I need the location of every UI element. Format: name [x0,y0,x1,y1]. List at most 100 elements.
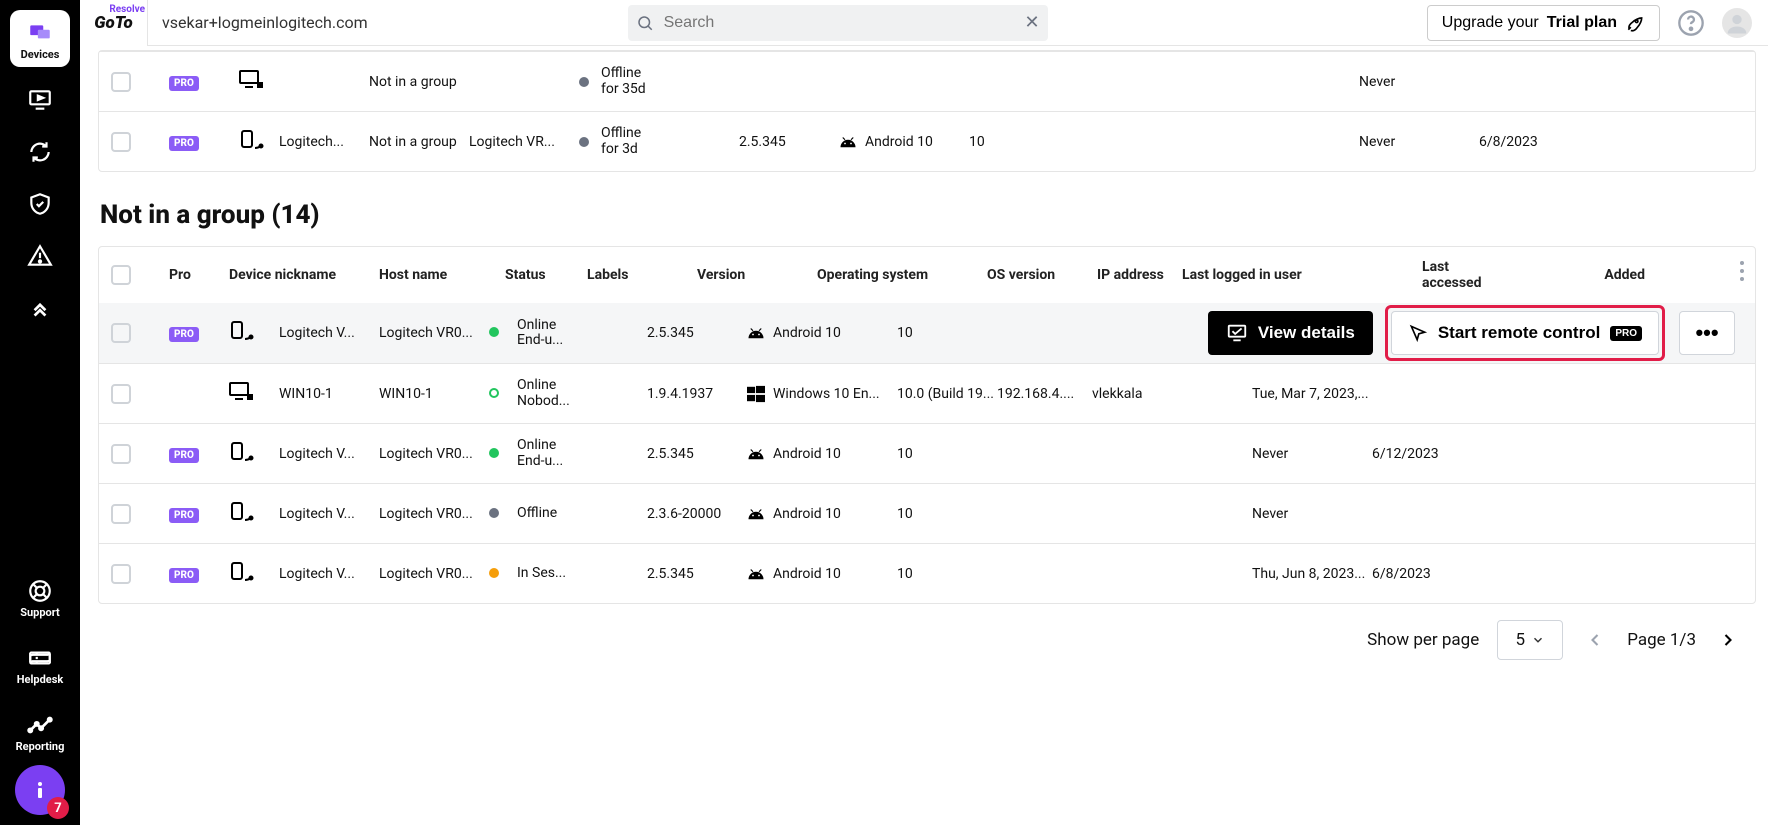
row-checkbox[interactable] [111,323,131,343]
nav-helpdesk[interactable]: Helpdesk [10,635,70,692]
last-user: vlekkala [1092,386,1252,402]
view-details-button[interactable]: View details [1208,311,1373,355]
nav-shield[interactable] [10,181,70,223]
mobile-icon [229,442,257,462]
upgrade-plan-button[interactable]: Upgrade your Trial plan [1427,5,1660,41]
sidebar: Devices Support Helpdesk Reporting 7 [0,0,80,825]
col-pro[interactable]: Pro [169,267,229,283]
os-version: 10 [897,446,997,462]
ip-address: 192.168.4.... [997,386,1092,402]
col-osver[interactable]: OS version [987,267,1092,283]
more-vertical-icon [1739,259,1745,283]
col-lastacc[interactable]: Last accessed [1422,259,1462,291]
info-icon [28,778,52,802]
pagination: Show per page 5 Page 1/3 [98,604,1756,660]
version: 2.5.345 [739,134,839,150]
windows-icon [747,385,765,403]
device-nickname: Logitech V... [279,506,379,522]
mobile-icon [229,562,257,582]
nav-support[interactable]: Support [10,568,70,625]
nav-reporting[interactable]: Reporting [10,702,70,759]
sync-icon [27,139,53,165]
col-host[interactable]: Host name [379,267,489,283]
col-os[interactable]: Operating system [817,267,997,283]
nav-remote-screen[interactable] [10,77,70,119]
clear-search-icon[interactable]: ✕ [1025,12,1040,33]
row-checkbox[interactable] [111,564,131,584]
nav-updates[interactable] [10,129,70,171]
help-circle-icon [1677,9,1705,37]
desktop-icon [229,382,257,402]
table-row[interactable]: PRO Logitech... Not in a group Logitech … [99,111,1755,171]
status-dot [489,568,499,578]
status-dot [489,327,499,337]
os-version: 10.0 (Build 19... [897,386,997,402]
table-options-button[interactable] [1739,259,1745,287]
os: Android 10 [747,506,897,522]
last-accessed: Never [1359,74,1479,90]
row-more-button[interactable]: ••• [1679,311,1735,355]
search-field[interactable]: ✕ [628,5,1048,41]
search-icon [636,14,654,32]
select-all-checkbox[interactable] [111,265,131,285]
host-name: Logitech VR0... [379,446,489,462]
help-button[interactable] [1676,8,1706,38]
os-version: 10 [897,506,997,522]
pro-badge: PRO [1610,326,1642,341]
prev-page-button[interactable] [1581,626,1609,654]
status-text: Offlinefor 35d [601,66,646,97]
shield-check-icon [27,191,53,217]
col-lastuser[interactable]: Last logged in user [1182,267,1372,283]
device-nickname: Logitech V... [279,566,379,582]
search-input[interactable] [662,13,1025,33]
lifebuoy-icon [27,578,53,604]
per-page-select[interactable]: 5 [1497,620,1563,660]
host-name: Logitech VR... [469,134,579,150]
table-header: Pro Device nickname Host name Status Lab… [99,247,1755,303]
android-icon [747,568,765,580]
table-row[interactable]: PRO Logitech V... Logitech VR0... Online… [99,303,1755,363]
version: 1.9.4.1937 [647,386,747,402]
table-row[interactable]: PRO Not in a group Offlinefor 35d Never [99,51,1755,111]
col-added[interactable]: Added [1604,267,1645,283]
table-row[interactable]: WIN10-1 WIN10-1 OnlineNobod... 1.9.4.193… [99,363,1755,423]
os: Android 10 [747,325,897,341]
device-group: Not in a group [369,74,469,90]
account-email: vsekar+logmeinlogitech.com [162,13,368,32]
host-name: WIN10-1 [379,386,489,402]
added: 6/8/2023 [1479,134,1599,150]
mobile-icon [229,321,257,341]
nav-devices-label: Devices [21,48,60,61]
nav-collapse[interactable] [10,285,70,327]
device-nickname: Logitech... [279,134,369,150]
chevron-left-icon [1585,630,1605,650]
col-nickname[interactable]: Device nickname [229,267,379,283]
info-button[interactable]: 7 [15,765,65,815]
chevron-down-icon [1531,633,1545,647]
table-row[interactable]: PRO Logitech V... Logitech VR0... Online… [99,423,1755,483]
notification-badge: 7 [47,797,69,819]
nav-helpdesk-label: Helpdesk [17,673,63,686]
version: 2.5.345 [647,566,747,582]
row-checkbox[interactable] [111,444,131,464]
status-text: OnlineEnd-u... [517,318,647,349]
android-icon [747,327,765,339]
row-checkbox[interactable] [111,132,131,152]
nav-alerts[interactable] [10,233,70,275]
table-row[interactable]: PRO Logitech V... Logitech VR0... Offlin… [99,483,1755,543]
nav-devices[interactable]: Devices [10,10,70,67]
row-checkbox[interactable] [111,72,131,92]
brand-logo[interactable]: GoTo Resolve [80,0,148,46]
os: Android 10 [839,134,969,150]
next-page-button[interactable] [1714,626,1742,654]
status-text: In Ses... [517,566,647,581]
row-checkbox[interactable] [111,384,131,404]
status-text: Offline [517,506,647,521]
android-icon [747,448,765,460]
table-row[interactable]: PRO Logitech V... Logitech VR0... In Ses… [99,543,1755,603]
version: 2.5.345 [647,325,747,341]
nav-support-label: Support [20,606,60,619]
user-avatar[interactable] [1722,8,1752,38]
row-checkbox[interactable] [111,504,131,524]
start-remote-control-button[interactable]: Start remote control PRO [1391,311,1659,355]
